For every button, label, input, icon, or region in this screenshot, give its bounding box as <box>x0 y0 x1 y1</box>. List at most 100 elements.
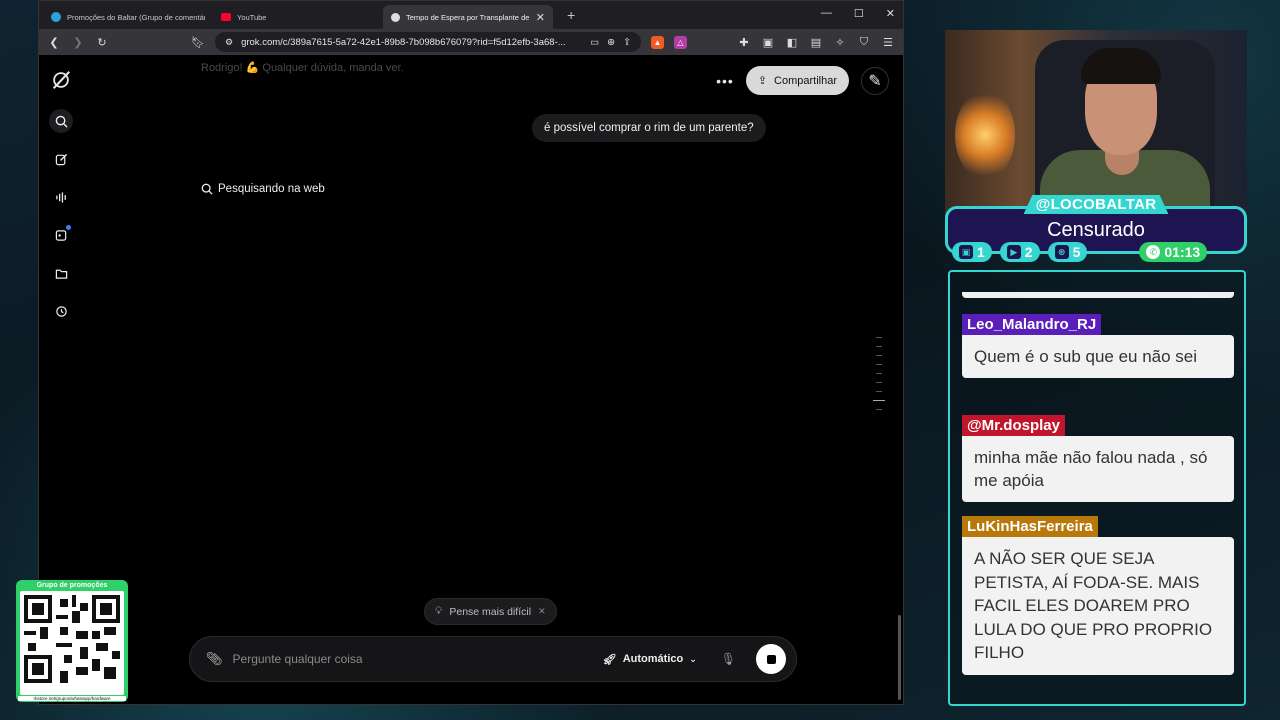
share-label: Compartilhar <box>774 74 837 87</box>
qr-code <box>20 591 124 695</box>
youtube-value: 2 <box>1024 244 1033 260</box>
model-label: Automático <box>622 653 684 665</box>
youtube-count: ▶ 2 <box>999 242 1040 262</box>
user-message: é possível comprar o rim de um parente? <box>532 114 766 142</box>
brave-shields-icon[interactable]: ▲ <box>651 35 664 49</box>
chat-text: minha mãe não falou nada , só me apóia <box>962 436 1234 502</box>
rocket-icon: 🚀︎ <box>602 653 617 666</box>
forward-icon[interactable]: ❯ <box>71 35 85 49</box>
tab-promocoes[interactable]: Promoções do Baltar (Grupo de comentário… <box>43 5 213 29</box>
tab-grok[interactable]: Tempo de Espera por Transplante de Rim ✕ <box>383 5 553 29</box>
promo-title: Grupo de promoções <box>36 582 108 589</box>
reload-icon[interactable]: ↻ <box>95 35 109 49</box>
chat-author: @Mr.dosplay <box>962 415 1065 436</box>
window-controls: — ☐ ✕ <box>821 7 895 20</box>
chat-author: LuKinHasFerreira <box>962 516 1098 537</box>
prompt-input[interactable] <box>232 652 593 666</box>
close-window-icon[interactable]: ✕ <box>886 7 895 20</box>
chat-divider <box>962 292 1234 298</box>
maximize-icon[interactable]: ☐ <box>854 7 864 20</box>
youtube-icon <box>221 13 231 21</box>
history-icon[interactable] <box>49 299 73 323</box>
zoom-icon[interactable]: ⊕ <box>607 37 615 48</box>
chevron-down-icon: ⌄ <box>689 653 697 664</box>
previous-response-text: Rodrigo! 💪 Qualquer dúvida, manda ver. <box>201 62 404 74</box>
search-icon[interactable] <box>49 109 73 133</box>
back-icon[interactable]: ❮ <box>47 35 61 49</box>
vpn-icon[interactable]: ⛉ <box>857 35 871 49</box>
menu-icon[interactable]: ☰ <box>881 35 895 49</box>
chat-message: Leo_Malandro_RJ Quem é o sub que eu não … <box>962 314 1234 378</box>
url-text: grok.com/c/389a7615-5a72-42e1-89b8-7b098… <box>241 36 566 48</box>
wallet-icon[interactable]: ▤ <box>809 35 823 49</box>
address-bar[interactable]: ⚙︎ grok.com/c/389a7615-5a72-42e1-89b8-7b… <box>215 32 641 52</box>
browser-window: Promoções do Baltar (Grupo de comentário… <box>38 0 904 705</box>
stop-button[interactable] <box>756 644 786 674</box>
stats-row: ▣ 1 ▶ 2 ⊛ 5 ✆ 01:13 <box>952 242 1208 262</box>
scrollbar[interactable] <box>898 615 901 700</box>
twitch-icon: ▣ <box>959 245 973 259</box>
twitch-value: 1 <box>977 244 985 260</box>
think-harder-label: Pense mais difícil <box>449 605 532 618</box>
kick-count: ⊛ 5 <box>1047 242 1088 262</box>
twitch-count: ▣ 1 <box>952 242 992 262</box>
think-harder-chip[interactable]: 💡︎ Pense mais difícil ✕ <box>424 598 557 625</box>
grok-page: Rodrigo! 💪 Qualquer dúvida, manda ver. •… <box>39 55 903 704</box>
chat-text: A NÃO SER QUE SEJA PETISTA, AÍ FODA-SE. … <box>962 537 1234 675</box>
site-settings-icon[interactable]: ⚙︎ <box>225 37 233 48</box>
notification-dot <box>66 225 71 230</box>
composer: 📎︎ 🚀︎ Automático ⌄ 🎙︎ <box>189 636 797 682</box>
share-button[interactable]: ⇪ Compartilhar <box>745 66 849 95</box>
imagine-icon[interactable] <box>49 223 73 247</box>
grok-favicon-icon <box>391 12 400 22</box>
streamer-handle: @LOCOBALTAR <box>1023 195 1169 214</box>
chat-message: @Mr.dosplay minha mãe não falou nada , s… <box>962 415 1234 502</box>
search-status-text: Pesquisando na web <box>218 183 325 195</box>
extensions-icon[interactable]: ✚ <box>737 35 751 49</box>
cast-icon[interactable]: ▭ <box>590 37 599 48</box>
tab-title: YouTube <box>237 12 267 22</box>
timer-value: 01:13 <box>1164 244 1201 260</box>
leo-ai-icon[interactable]: ✧ <box>833 35 847 49</box>
share-page-icon[interactable]: ⇪ <box>623 37 631 48</box>
upload-icon: ⇪ <box>757 75 768 87</box>
new-chat-icon[interactable] <box>49 147 73 171</box>
kick-icon: ⊛ <box>1054 245 1069 259</box>
close-tab-icon[interactable]: ✕ <box>536 11 545 24</box>
microphone-icon[interactable]: 🎙︎ <box>721 652 736 666</box>
grok-logo-icon[interactable] <box>50 69 72 91</box>
dismiss-icon[interactable]: ✕ <box>538 606 546 617</box>
qr-code-icon <box>24 595 120 683</box>
model-selector[interactable]: 🚀︎ Automático ⌄ <box>603 653 697 666</box>
chat-author: Leo_Malandro_RJ <box>962 314 1102 335</box>
conversation-minimap[interactable] <box>873 337 885 410</box>
timer: ✆ 01:13 <box>1139 242 1208 262</box>
sidebar-toggle-icon[interactable]: ◧ <box>785 35 799 49</box>
lightbulb-icon: 💡︎ <box>435 605 443 617</box>
new-tab-button[interactable]: + <box>567 7 575 23</box>
tab-title: Tempo de Espera por Transplante de Rim <box>406 12 530 22</box>
tab-title: Promoções do Baltar (Grupo de comentário… <box>67 12 205 22</box>
screenshot-icon[interactable]: ▣ <box>761 35 775 49</box>
more-options-icon[interactable]: ••• <box>716 73 734 89</box>
top-actions: ••• ⇪ Compartilhar ✎ <box>716 66 889 95</box>
voice-wave-icon[interactable] <box>49 185 73 209</box>
brave-rewards-icon[interactable]: △ <box>674 35 687 49</box>
bookmark-icon[interactable]: 🔖︎ <box>191 35 205 49</box>
kick-value: 5 <box>1072 244 1081 260</box>
promo-qr-card: Grupo de promoções rbstore.net/grupos/wh… <box>16 580 128 702</box>
edit-icon[interactable]: ✎ <box>861 66 889 95</box>
whatsapp-icon: ✆ <box>1146 245 1161 259</box>
search-icon <box>201 183 213 195</box>
youtube-icon: ▶ <box>1006 245 1021 259</box>
telegram-icon <box>51 12 61 22</box>
promo-url: rbstore.net/grupos/whatsapp/hardware <box>18 696 126 701</box>
tab-bar: Promoções do Baltar (Grupo de comentário… <box>39 1 903 29</box>
chat-panel: Leo_Malandro_RJ Quem é o sub que eu não … <box>948 270 1246 706</box>
minimize-icon[interactable]: — <box>821 7 832 20</box>
attach-icon[interactable]: 📎︎ <box>206 651 223 667</box>
projects-folder-icon[interactable] <box>49 261 73 285</box>
chat-text: Quem é o sub que eu não sei <box>962 335 1234 378</box>
tab-youtube[interactable]: YouTube <box>213 5 383 29</box>
search-status: Pesquisando na web <box>201 183 325 195</box>
